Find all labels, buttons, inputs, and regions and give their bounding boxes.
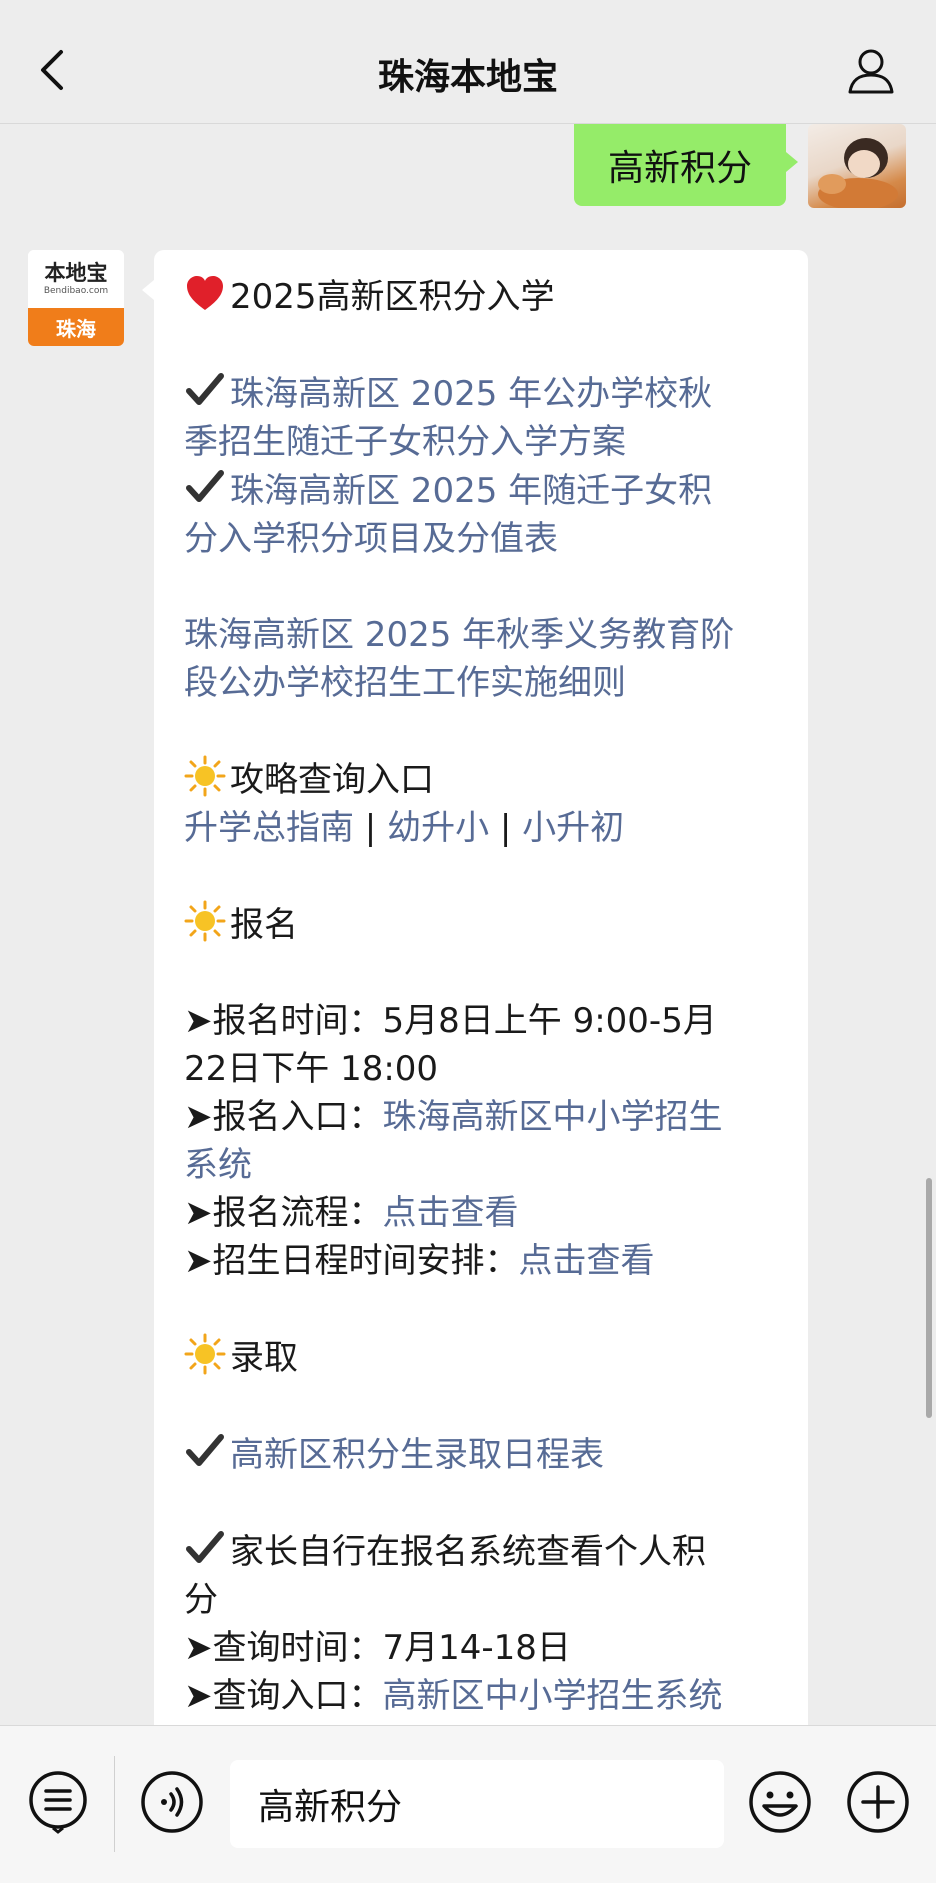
query-entry-link[interactable]: 高新区中小学招生系统	[383, 1676, 723, 1716]
chat-title: 珠海本地宝	[377, 57, 558, 98]
person-icon	[848, 49, 894, 94]
guide-link-primary[interactable]: 幼升小	[387, 808, 489, 848]
outgoing-message-text: 高新积分	[607, 148, 752, 189]
arrowhead-bullet: ➤	[184, 1097, 213, 1137]
arrowhead-bullet: ➤	[184, 1241, 213, 1281]
voice-icon	[141, 1771, 203, 1833]
reg-flow: ➤报名流程：点击查看	[184, 1193, 519, 1233]
arrowhead-bullet: ➤	[184, 1193, 213, 1233]
arrowhead-bullet: ➤	[184, 1001, 213, 1041]
link-admission-plan[interactable]: 珠海高新区 2025 年公办学校秋	[184, 369, 780, 418]
section-admission-heading: 录取	[184, 1333, 780, 1382]
bendibao-avatar[interactable]: 本地宝 Bendibao.com 珠海	[28, 250, 124, 346]
chat-info-button[interactable]	[846, 46, 896, 96]
reg-time: ➤报名时间：5月8日上午 9:00-5月	[184, 1001, 717, 1041]
incoming-message-bubble: 2025高新区积分入学 珠海高新区 2025 年公办学校秋 季招生随迁子女积分入…	[142, 250, 808, 1750]
section-registration-heading: 报名	[184, 900, 780, 949]
sun-emoji	[184, 900, 226, 942]
red-heart-emoji	[187, 276, 223, 310]
check-mark-emoji	[186, 470, 224, 502]
outgoing-message-row: 高新积分	[0, 124, 936, 220]
check-points-note: 家长自行在报名系统查看个人积	[184, 1527, 780, 1576]
link-points-table-cont[interactable]: 分入学积分项目及分值表	[184, 515, 780, 563]
reg-flow-link[interactable]: 点击查看	[383, 1193, 519, 1233]
arrowhead-bullet: ➤	[184, 1676, 213, 1716]
reg-entry: ➤报名入口：珠海高新区中小学招生	[184, 1097, 723, 1137]
menu-list-icon	[29, 1771, 87, 1834]
link-implementation-rules[interactable]: 珠海高新区 2025 年秋季义务教育阶	[184, 611, 780, 659]
guide-link-junior[interactable]: 小升初	[522, 808, 624, 848]
schedule-link[interactable]: 点击查看	[519, 1241, 655, 1281]
query-time: ➤查询时间：7月14-18日	[184, 1628, 571, 1668]
link-implementation-rules-cont[interactable]: 段公办学校招生工作实施细则	[184, 659, 780, 707]
message-input-value: 高新积分	[258, 1787, 403, 1828]
emoji-face-icon	[749, 1771, 811, 1833]
sun-emoji	[184, 1333, 226, 1375]
avatar-city-text: 珠海	[28, 308, 124, 346]
voice-button[interactable]	[140, 1770, 204, 1834]
chat-header: 珠海本地宝	[0, 0, 936, 124]
avatar-domain-text: Bendibao.com	[43, 286, 109, 296]
link-admission-schedule[interactable]: 高新区积分生录取日程表	[184, 1430, 780, 1479]
reg-entry-link-cont[interactable]: 系统	[184, 1141, 780, 1189]
link-admission-plan-cont[interactable]: 季招生随迁子女积分入学方案	[184, 418, 780, 466]
schedule: ➤招生日程时间安排：点击查看	[184, 1241, 655, 1281]
plus-button[interactable]	[846, 1770, 910, 1834]
sun-emoji	[184, 755, 226, 797]
chat-scrollbar[interactable]	[926, 1178, 932, 1418]
check-points-note-cont: 分	[184, 1580, 218, 1620]
link-points-table[interactable]: 珠海高新区 2025 年随迁子女积	[184, 466, 780, 515]
query-entry: ➤查询入口：高新区中小学招生系统	[184, 1676, 723, 1716]
message-heading: 2025高新区积分入学	[184, 272, 780, 321]
outgoing-message-bubble[interactable]: 高新积分	[574, 124, 798, 206]
check-mark-emoji	[186, 373, 224, 405]
check-mark-emoji	[186, 1531, 224, 1563]
message-input[interactable]: 高新积分	[230, 1760, 724, 1848]
emoji-button[interactable]	[748, 1770, 812, 1834]
reg-time-cont: 22日下午 18:00	[184, 1049, 439, 1089]
arrowhead-bullet: ➤	[184, 1628, 213, 1668]
section-guide-heading: 攻略查询入口	[184, 755, 780, 804]
avatar-photo	[818, 138, 898, 208]
guide-link-overall[interactable]: 升学总指南	[184, 808, 354, 848]
input-bar: 高新积分	[0, 1725, 936, 1883]
avatar-brand-text: 本地宝	[44, 261, 108, 285]
my-avatar[interactable]	[808, 124, 906, 208]
guide-links: 升学总指南 | 幼升小 | 小升初	[184, 808, 625, 848]
reg-entry-link[interactable]: 珠海高新区中小学招生	[383, 1097, 723, 1137]
check-mark-emoji	[186, 1434, 224, 1466]
menu-button[interactable]	[26, 1770, 90, 1834]
plus-icon	[847, 1771, 909, 1833]
